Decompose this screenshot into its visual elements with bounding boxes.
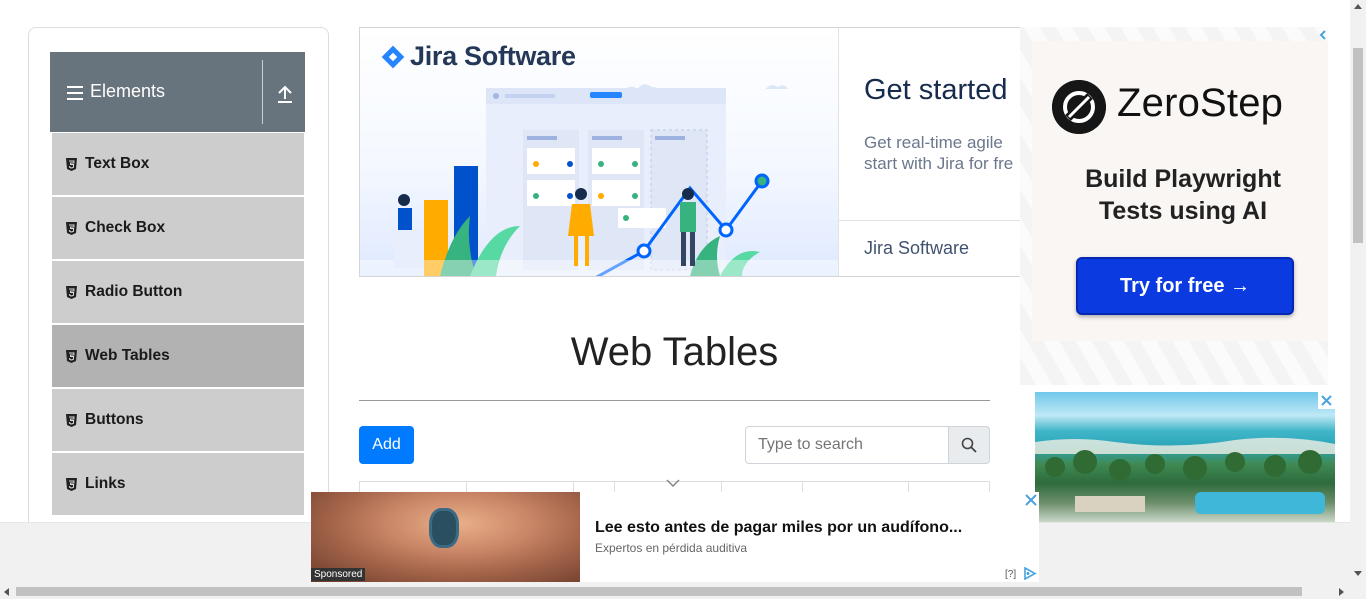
adchoices-icon[interactable] xyxy=(1023,567,1037,580)
sidebar-item-links[interactable]: Links xyxy=(50,452,305,516)
collapse-arrow-icon[interactable] xyxy=(276,84,294,104)
scroll-up-arrow-icon[interactable] xyxy=(1354,4,1362,9)
close-icon[interactable] xyxy=(1025,494,1037,506)
group-title: Elements xyxy=(90,81,166,101)
page-title: Web Tables xyxy=(570,330,779,374)
ad-help-link[interactable]: [?] xyxy=(1005,569,1016,580)
try-for-free-button[interactable]: Try for free → xyxy=(1076,257,1294,315)
jira-headline: Get started xyxy=(864,74,1008,106)
vertical-scrollbar[interactable] xyxy=(1350,0,1366,584)
palm-trees-illustration xyxy=(1035,437,1335,514)
elements-group-header[interactable]: Elements xyxy=(50,52,305,132)
html5-icon xyxy=(66,157,77,171)
zerostep-card: ZeroStep Build Playwright Tests using AI… xyxy=(1032,41,1328,341)
native-ad-title[interactable]: Lee esto antes de pagar miles por un aud… xyxy=(595,519,962,537)
sidebar-item-check-box[interactable]: Check Box xyxy=(50,196,305,260)
jira-illustration: Jira Software xyxy=(360,28,838,276)
sidebar-item-label: Radio Button xyxy=(85,283,183,300)
jira-ad-banner[interactable]: Jira Software Get started Get real-time … xyxy=(359,27,1024,277)
hearing-aid-image: Sponsored xyxy=(311,492,580,582)
sidebar-item-label: Buttons xyxy=(85,411,144,428)
title-divider xyxy=(359,400,990,401)
adchoices-icon[interactable] xyxy=(1318,29,1328,41)
sponsored-label: Sponsored xyxy=(311,568,366,581)
close-icon[interactable] xyxy=(1318,392,1335,409)
header-divider xyxy=(262,60,263,124)
zerostep-tagline-line1: Build Playwright xyxy=(1085,165,1281,193)
zerostep-logo-text: ZeroStep xyxy=(1117,81,1284,125)
scrollbar-thumb[interactable] xyxy=(1353,48,1363,243)
zerostep-tagline: Build Playwright Tests using AI xyxy=(1032,163,1328,227)
jira-board-illustration xyxy=(360,84,838,276)
native-ad-source: Expertos en pérdida auditiva xyxy=(595,541,748,555)
scrollbar-thumb[interactable] xyxy=(16,587,1302,596)
html5-icon xyxy=(66,477,77,491)
search-input[interactable] xyxy=(745,426,949,464)
jira-subtext-line2: start with Jira for fre xyxy=(864,154,1014,173)
jira-divider xyxy=(839,220,1023,221)
sidebar-item-label: Check Box xyxy=(85,219,166,236)
jira-subtext-line1: Get real-time agile xyxy=(864,133,1003,152)
add-button[interactable]: Add xyxy=(359,426,414,464)
sidebar-item-web-tables[interactable]: Web Tables xyxy=(50,324,305,388)
sidebar-item-radio-button[interactable]: Radio Button xyxy=(50,260,305,324)
html5-icon xyxy=(66,349,77,363)
sidebar-item-label: Links xyxy=(85,475,126,492)
scroll-left-arrow-icon[interactable] xyxy=(4,588,9,596)
zerostep-tagline-line2: Tests using AI xyxy=(1098,197,1268,225)
sidebar-item-label: Web Tables xyxy=(85,347,170,364)
hamburger-icon xyxy=(67,86,83,100)
search-icon xyxy=(961,437,977,453)
jira-brand: Jira Software xyxy=(864,238,970,258)
scroll-right-arrow-icon[interactable] xyxy=(1339,588,1344,596)
zerostep-logo-icon xyxy=(1052,80,1106,134)
html5-icon xyxy=(66,285,77,299)
sidebar-menu: Text Box Check Box Radio Button Web Tabl… xyxy=(50,132,305,516)
jira-subtext: Get real-time agile start with Jira for … xyxy=(864,132,1013,174)
sidebar-item-text-box[interactable]: Text Box xyxy=(50,132,305,196)
horizontal-scrollbar[interactable] xyxy=(0,584,1366,599)
scroll-down-arrow-icon[interactable] xyxy=(1354,571,1362,576)
native-ad[interactable]: Sponsored Lee esto antes de pagar miles … xyxy=(311,492,1039,582)
jira-text-panel: Get started Get real-time agile start wi… xyxy=(838,28,1023,276)
jira-diamond-icon xyxy=(381,45,405,69)
resort-ad-image[interactable] xyxy=(1035,392,1335,522)
search-button[interactable] xyxy=(948,426,990,464)
zerostep-ad[interactable]: ZeroStep Build Playwright Tests using AI… xyxy=(1020,27,1328,385)
hearing-aid-device xyxy=(429,508,459,548)
sidebar-item-label: Text Box xyxy=(85,155,150,172)
sidebar-item-buttons[interactable]: Buttons xyxy=(50,388,305,452)
html5-icon xyxy=(66,221,77,235)
html5-icon xyxy=(66,413,77,427)
chevron-down-icon xyxy=(666,479,680,487)
